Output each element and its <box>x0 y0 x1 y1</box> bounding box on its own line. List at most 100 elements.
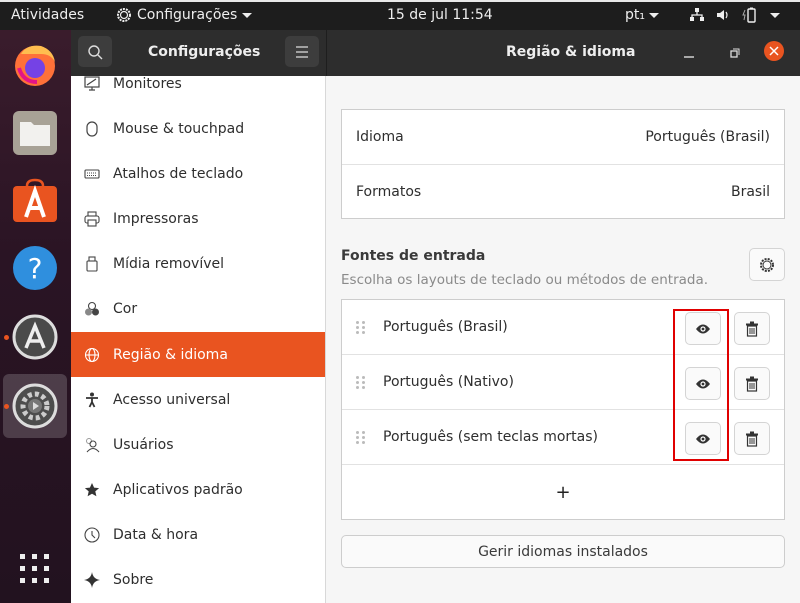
chevron-down-icon <box>649 12 659 18</box>
minimize-button[interactable] <box>683 44 695 63</box>
sidebar-item-label: Aplicativos padrão <box>113 481 243 498</box>
language-row[interactable]: Idioma Português (Brasil) <box>342 110 784 165</box>
drag-handle-icon[interactable] <box>356 430 365 444</box>
updater-icon <box>12 314 58 360</box>
formats-label: Formatos <box>356 184 422 200</box>
sidebar-title: Configurações <box>148 44 261 60</box>
volume-icon <box>717 10 728 20</box>
region-language-panel: Idioma Português (Brasil) Formatos Brasi… <box>327 76 800 603</box>
search-icon <box>88 44 103 59</box>
input-language-label: pt₁ <box>625 7 645 23</box>
sidebar-item-label: Mídia removível <box>113 255 225 272</box>
plus-icon: + <box>555 482 571 503</box>
sidebar-item-keyboard[interactable]: Atalhos de teclado <box>71 151 325 196</box>
language-label: Idioma <box>356 129 404 145</box>
add-input-source-button[interactable]: + <box>342 465 784 520</box>
minimize-icon <box>684 56 694 58</box>
sidebar-item-about[interactable]: Sobre <box>71 557 325 602</box>
panel-header: Região & idioma <box>327 30 800 76</box>
input-source-label: Português (Brasil) <box>383 319 508 335</box>
remove-input-source-button[interactable] <box>734 367 770 400</box>
close-button[interactable] <box>764 41 784 61</box>
formats-row[interactable]: Formatos Brasil <box>342 165 784 219</box>
settings-icon <box>12 383 58 429</box>
sidebar-item-accessibility[interactable]: Acesso universal <box>71 377 325 422</box>
sparkle-icon <box>84 571 100 588</box>
remove-input-source-button[interactable] <box>734 422 770 455</box>
system-menu-chevron-icon <box>770 12 780 18</box>
dock-firefox[interactable] <box>10 39 60 89</box>
formats-value: Brasil <box>730 184 770 200</box>
sidebar-item-label: Usuários <box>113 436 174 453</box>
menu-button[interactable] <box>285 36 319 67</box>
app-menu-label: Configurações <box>137 7 238 23</box>
accessibility-icon <box>86 392 98 407</box>
help-icon: ? <box>13 246 57 290</box>
system-tray[interactable] <box>690 7 780 23</box>
language-value: Português (Brasil) <box>645 129 770 145</box>
sidebar-item-label: Monitores <box>113 76 182 92</box>
sidebar-item-removable-media[interactable]: Mídia removível <box>71 241 325 286</box>
dock-settings[interactable] <box>10 381 60 431</box>
restore-icon <box>730 48 740 58</box>
hamburger-menu-icon <box>296 45 308 58</box>
grid-icon <box>20 554 49 583</box>
battery-icon <box>742 7 756 23</box>
dock-software[interactable] <box>10 176 60 226</box>
sidebar-item-users[interactable]: Usuários <box>71 422 325 467</box>
search-button[interactable] <box>78 36 112 67</box>
gear-icon <box>760 257 774 272</box>
sidebar-item-label: Sobre <box>113 571 154 588</box>
sidebar-item-date-time[interactable]: Data & hora <box>71 512 325 557</box>
sidebar-item-color[interactable]: Cor <box>71 286 325 331</box>
running-indicator <box>4 335 9 340</box>
panel-title: Região & idioma <box>506 44 636 60</box>
trash-icon <box>746 321 758 337</box>
globe-icon <box>84 347 100 362</box>
dock-help[interactable]: ? <box>10 243 60 293</box>
running-indicator <box>4 404 9 409</box>
manage-installed-languages-button[interactable]: Gerir idiomas instalados <box>341 535 785 568</box>
sidebar-item-label: Atalhos de teclado <box>113 165 244 182</box>
top-bar: Atividades Configurações 15 de jul 11:54… <box>0 0 800 30</box>
trash-icon <box>746 376 758 392</box>
activities-button[interactable]: Atividades <box>11 7 84 23</box>
usb-drive-icon <box>86 255 98 272</box>
printer-icon <box>84 210 100 227</box>
drag-handle-icon[interactable] <box>356 375 365 389</box>
sidebar-item-label: Impressoras <box>113 210 199 227</box>
drag-handle-icon[interactable] <box>356 320 365 334</box>
sidebar-item-label: Região & idioma <box>113 346 228 363</box>
sidebar-item-mouse[interactable]: Mouse & touchpad <box>71 106 325 151</box>
remove-input-source-button[interactable] <box>734 312 770 345</box>
sidebar-item-default-apps[interactable]: Aplicativos padrão <box>71 467 325 512</box>
clock[interactable]: 15 de jul 11:54 <box>387 7 493 23</box>
input-language-indicator[interactable]: pt₁ <box>625 7 659 23</box>
keyboard-icon <box>84 168 100 179</box>
sidebar-item-label: Data & hora <box>113 526 199 543</box>
svg-text:?: ? <box>28 252 43 285</box>
input-sources-title: Fontes de entrada <box>341 248 486 264</box>
mouse-icon <box>86 120 98 137</box>
sidebar-item-monitores[interactable]: Monitores <box>71 76 325 106</box>
input-sources-subtitle: Escolha os layouts de teclado ou métodos… <box>341 272 709 288</box>
files-icon <box>13 111 57 155</box>
users-icon <box>86 437 100 452</box>
show-apps-button[interactable] <box>10 544 60 594</box>
input-sources-options-button[interactable] <box>749 248 785 281</box>
settings-gear-icon <box>117 8 131 22</box>
software-center-icon <box>13 178 57 222</box>
app-menu[interactable]: Configurações <box>116 7 253 23</box>
trash-icon <box>746 431 758 447</box>
dock-software-updater[interactable] <box>10 312 60 362</box>
sidebar-item-printers[interactable]: Impressoras <box>71 196 325 241</box>
settings-sidebar: Monitores Mouse & touchpad Atalhos de te… <box>71 76 326 603</box>
maximize-button[interactable] <box>729 45 741 64</box>
sidebar-item-label: Cor <box>113 300 138 317</box>
sidebar-header: Configurações <box>71 30 327 76</box>
sidebar-item-region-language[interactable]: Região & idioma <box>71 332 325 377</box>
dock-files[interactable] <box>10 108 60 158</box>
network-icon <box>690 8 704 21</box>
sidebar-item-label: Mouse & touchpad <box>113 120 245 137</box>
language-format-card: Idioma Português (Brasil) Formatos Brasi… <box>341 109 785 219</box>
